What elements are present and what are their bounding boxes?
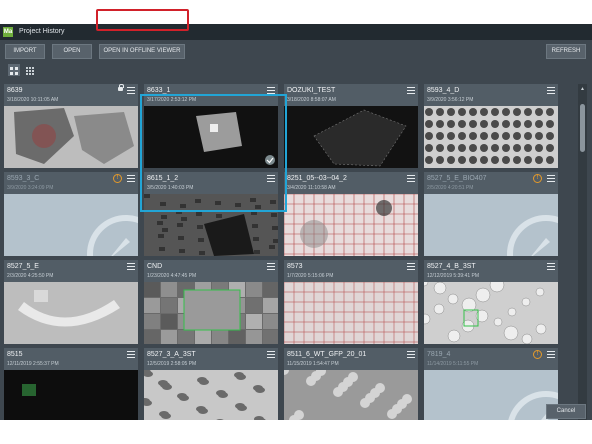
project-date: 11/14/2019 5:11:55 PM	[427, 361, 479, 367]
title-bar: Ma Project History	[0, 24, 592, 40]
project-card[interactable]: CND 1/23/2020 4:47:45 PM	[144, 260, 278, 344]
project-card[interactable]: 7819_4 11/14/2019 5:11:55 PM!	[424, 348, 558, 420]
view-toggle-row	[0, 62, 592, 78]
card-menu-icon[interactable]	[127, 263, 135, 270]
project-thumbnail	[284, 194, 418, 256]
card-menu-icon[interactable]	[547, 351, 555, 358]
window-title: Project History	[19, 28, 65, 35]
project-name: 8527_3_A_3ST	[147, 351, 196, 358]
project-card[interactable]: 8527_4_B_3ST 12/12/2019 5:39:41 PM	[424, 260, 558, 344]
open-button[interactable]: OPEN	[52, 44, 92, 59]
project-thumbnail	[4, 370, 138, 420]
project-card[interactable]: 8527_5_E 2/3/2020 4:25:50 PM	[4, 260, 138, 344]
project-date: 1/23/2020 4:47:45 PM	[147, 273, 197, 279]
card-menu-icon[interactable]	[267, 351, 275, 358]
app-logo-icon: Ma	[3, 27, 13, 37]
import-button[interactable]: IMPORT	[5, 44, 45, 59]
project-date: 3/18/2020 8:58:07 AM	[287, 97, 336, 103]
scroll-up-icon[interactable]: ▲	[579, 86, 586, 92]
project-thumbnail	[284, 370, 418, 420]
project-card[interactable]: DOZUKI_TEST 3/18/2020 8:58:07 AM	[284, 84, 418, 168]
cancel-button[interactable]: Cancel	[546, 404, 586, 419]
toolbar: IMPORT OPEN OPEN IN OFFLINE VIEWER REFRE…	[0, 40, 592, 64]
card-menu-icon[interactable]	[407, 87, 415, 94]
warning-icon: !	[533, 350, 542, 359]
project-name: 8573	[287, 263, 303, 270]
offline-viewer-highlight-red	[96, 9, 189, 31]
project-date: 1/7/2020 5:15:06 PM	[287, 273, 334, 279]
project-date: 12/12/2019 5:39:41 PM	[427, 273, 479, 279]
scrollbar-thumb[interactable]	[580, 104, 585, 152]
project-date: 11/15/2019 1:54:47 PM	[287, 361, 339, 367]
project-card[interactable]: 8515 12/11/2019 2:55:37 PM	[4, 348, 138, 420]
project-name: 8639	[7, 87, 23, 94]
card-menu-icon[interactable]	[547, 175, 555, 182]
grid-large-icon[interactable]	[8, 64, 20, 76]
project-name: 7819_4	[427, 351, 451, 358]
card-menu-icon[interactable]	[407, 175, 415, 182]
project-thumbnail	[144, 282, 278, 344]
project-name: CND	[147, 263, 163, 270]
project-card[interactable]: 8511_6_WT_GFP_20_01 11/15/2019 1:54:47 PM	[284, 348, 418, 420]
card-menu-icon[interactable]	[267, 87, 275, 94]
vertical-scrollbar[interactable]: ▲ ▼	[578, 84, 587, 420]
project-thumbnail	[424, 282, 558, 344]
refresh-button[interactable]: REFRESH	[546, 44, 586, 59]
project-name: 8593_3_C	[7, 175, 40, 182]
grid-small-icon[interactable]	[24, 64, 36, 76]
project-date: 12/11/2019 2:55:37 PM	[7, 361, 59, 367]
project-card[interactable]: 8527_3_A_3ST 12/5/2019 2:58:05 PM	[144, 348, 278, 420]
card-menu-icon[interactable]	[127, 175, 135, 182]
project-name: DOZUKI_TEST	[287, 87, 336, 94]
project-thumbnail	[4, 282, 138, 344]
project-name: 8593_4_D	[427, 87, 460, 94]
project-name: 8511_6_WT_GFP_20_01	[287, 351, 367, 358]
project-date: 2/3/2020 4:25:50 PM	[7, 273, 54, 279]
selection-highlight-blue	[140, 94, 287, 212]
project-name: 8527_5_E	[7, 263, 39, 270]
project-thumbnail	[284, 106, 418, 168]
project-card[interactable]: 8527_5_E_BIO407 2/5/2020 4:20:51 PM!	[424, 172, 558, 256]
project-name: 8527_4_B_3ST	[427, 263, 476, 270]
project-date: 3/9/2020 3:56:12 PM	[427, 97, 474, 103]
card-menu-icon[interactable]	[407, 351, 415, 358]
open-in-offline-viewer-button[interactable]: OPEN IN OFFLINE VIEWER	[99, 44, 185, 59]
project-date: 3/4/2020 11:10:58 AM	[287, 185, 336, 191]
project-date: 12/5/2019 2:58:05 PM	[147, 361, 197, 367]
project-thumbnail	[424, 106, 558, 168]
project-thumbnail	[284, 282, 418, 344]
card-menu-icon[interactable]	[407, 263, 415, 270]
project-date: 2/5/2020 4:20:51 PM	[427, 185, 474, 191]
project-name: 8515	[7, 351, 23, 358]
card-menu-icon[interactable]	[127, 87, 135, 94]
project-date: 3/9/2020 3:24:09 PM	[7, 185, 54, 191]
project-name: 8251_05--03--04_2	[287, 175, 347, 182]
lock-icon	[118, 84, 124, 91]
project-thumbnail	[424, 370, 558, 420]
project-history-window: Ma Project History IMPORT OPEN OPEN IN O…	[0, 24, 592, 420]
project-card[interactable]: 8639 3/18/2020 10:11:05 AM	[4, 84, 138, 168]
card-menu-icon[interactable]	[267, 263, 275, 270]
project-card[interactable]: 8573 1/7/2020 5:15:06 PM	[284, 260, 418, 344]
card-menu-icon[interactable]	[127, 351, 135, 358]
warning-icon: !	[533, 174, 542, 183]
project-thumbnail	[4, 106, 138, 168]
card-menu-icon[interactable]	[547, 263, 555, 270]
project-card[interactable]: 8593_3_C 3/9/2020 3:24:09 PM!	[4, 172, 138, 256]
card-menu-icon[interactable]	[547, 87, 555, 94]
warning-icon: !	[113, 174, 122, 183]
project-card[interactable]: 8251_05--03--04_2 3/4/2020 11:10:58 AM	[284, 172, 418, 256]
project-date: 3/18/2020 10:11:05 AM	[7, 97, 59, 103]
project-name: 8527_5_E_BIO407	[427, 175, 487, 182]
project-thumbnail	[144, 370, 278, 420]
project-thumbnail	[4, 194, 138, 256]
project-thumbnail	[424, 194, 558, 256]
project-card[interactable]: 8593_4_D 3/9/2020 3:56:12 PM	[424, 84, 558, 168]
